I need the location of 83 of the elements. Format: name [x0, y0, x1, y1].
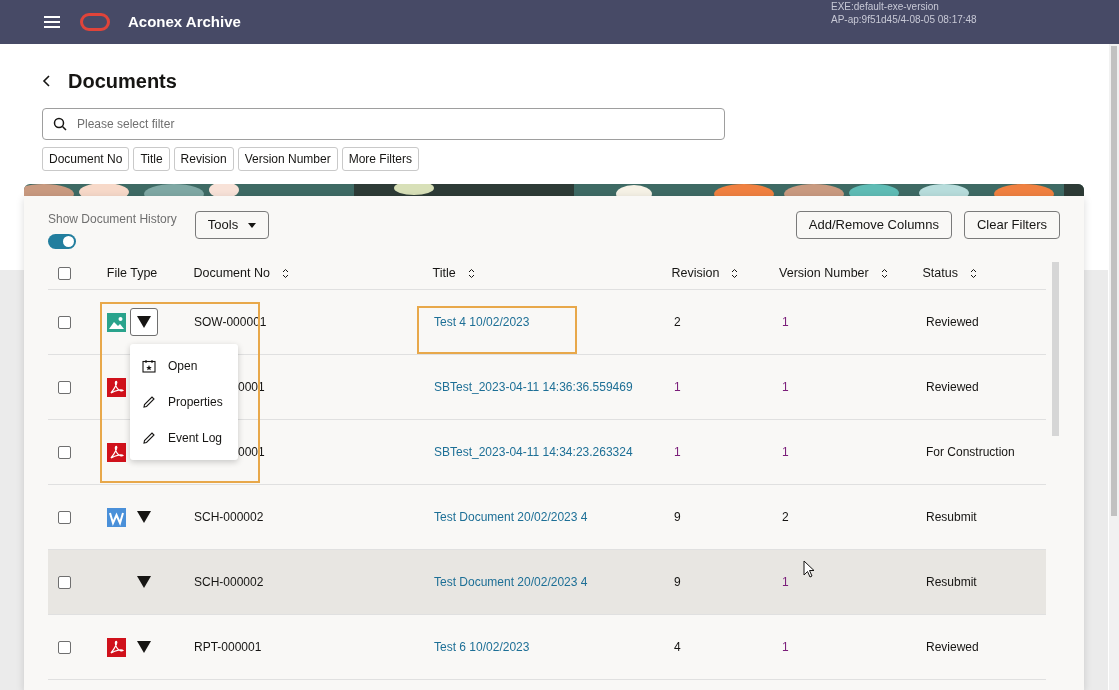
- toolbar-button[interactable]: Clear Filters: [963, 211, 1060, 239]
- table-cell: Reviewed: [926, 380, 979, 394]
- column-header[interactable]: Title: [432, 264, 456, 283]
- checkbox[interactable]: [58, 575, 71, 589]
- pencil-icon: [142, 431, 156, 445]
- table-cell: 1: [782, 640, 789, 654]
- pencil-icon: [142, 395, 156, 409]
- logo-icon: [80, 13, 110, 31]
- table-cell: SCH-000002: [194, 510, 264, 524]
- table-cell: 1: [782, 315, 789, 329]
- back-icon[interactable]: [42, 74, 52, 88]
- sort-icon[interactable]: [880, 268, 888, 279]
- checkbox[interactable]: [58, 640, 71, 654]
- checkbox[interactable]: [58, 267, 71, 280]
- sort-icon[interactable]: [969, 268, 977, 279]
- title-link[interactable]: Test 4 10/02/2023: [434, 315, 530, 329]
- table-cell: 4: [674, 640, 681, 654]
- table-cell: 1: [782, 575, 789, 589]
- filter-chip[interactable]: More Filters: [341, 147, 420, 171]
- filter-chip[interactable]: Document No: [42, 147, 130, 171]
- tools-button[interactable]: Tools: [195, 211, 269, 239]
- toggle-switch[interactable]: [48, 234, 76, 249]
- sort-icon[interactable]: [731, 268, 739, 279]
- version-text: AP-ap:9f51d45/4-08-05 08:17:48: [831, 13, 977, 26]
- caret-icon: [248, 222, 257, 228]
- menu-item[interactable]: Properties: [130, 384, 238, 420]
- cursor-icon: [803, 560, 815, 578]
- checkbox[interactable]: [58, 445, 71, 459]
- title-link[interactable]: Test 6 10/02/2023: [434, 640, 530, 654]
- image-file-icon: [107, 312, 126, 332]
- table-cell: For Construction: [926, 445, 1015, 459]
- table-cell: SCH-000002: [194, 575, 264, 589]
- table-cell: Reviewed: [926, 315, 979, 329]
- page-scrollbar[interactable]: [1109, 44, 1119, 690]
- dropdown-icon[interactable]: [137, 641, 151, 653]
- column-header[interactable]: Revision: [671, 264, 720, 283]
- table-cell: 1: [674, 380, 681, 394]
- table-cell: 9: [674, 575, 681, 589]
- table-cell: 9: [674, 510, 681, 524]
- pdf-file-icon: [107, 377, 126, 397]
- checkbox[interactable]: [58, 510, 71, 524]
- checkbox[interactable]: [58, 315, 71, 329]
- table-cell: Reviewed: [926, 640, 979, 654]
- table-cell: Resubmit: [926, 510, 977, 524]
- caret-icon: [137, 316, 151, 328]
- title-link[interactable]: SBTest_2023-04-11 14:34:23.263324: [434, 445, 633, 459]
- sort-icon[interactable]: [281, 268, 289, 279]
- title-link[interactable]: SBTest_2023-04-11 14:36:36.559469: [434, 380, 633, 394]
- pdf-file-icon: [107, 442, 126, 462]
- app-title: Aconex Archive: [128, 11, 241, 32]
- column-header[interactable]: Version Number: [779, 264, 869, 283]
- table-cell: 1: [782, 380, 789, 394]
- table-cell: 1: [674, 445, 681, 459]
- table-row[interactable]: SCH-000002 Test Document 20/02/2023 4 9 1 Resubmit: [48, 550, 1046, 615]
- table-cell: 1: [782, 445, 789, 459]
- document-file-icon: [107, 507, 126, 527]
- switch-label: Show Document History: [48, 211, 178, 228]
- filter-chip[interactable]: Revision: [173, 147, 234, 171]
- column-header[interactable]: File Type: [106, 264, 158, 283]
- table-scrollbar[interactable]: [1052, 262, 1059, 436]
- menu-item[interactable]: Event Log: [130, 420, 238, 456]
- title-link[interactable]: Test Document 20/02/2023 4: [434, 575, 588, 589]
- menu-icon[interactable]: [44, 16, 60, 28]
- column-header[interactable]: Status: [922, 264, 958, 283]
- page-title: Documents: [68, 69, 177, 94]
- toolbar-button[interactable]: Add/Remove Columns: [795, 211, 952, 239]
- table-cell: Resubmit: [926, 575, 977, 589]
- dropdown-icon[interactable]: [137, 576, 151, 588]
- version-text: EXE:default-exe-version: [831, 0, 940, 13]
- pdf-file-icon: [107, 637, 126, 657]
- row-menu-button[interactable]: [130, 308, 158, 336]
- search-icon: [53, 117, 67, 131]
- filter-chip[interactable]: Version Number: [237, 147, 338, 171]
- search-field[interactable]: Please select filter: [42, 108, 725, 140]
- title-link[interactable]: Test Document 20/02/2023 4: [434, 510, 588, 524]
- column-header[interactable]: Document No: [193, 264, 270, 283]
- dropdown-icon[interactable]: [137, 511, 151, 523]
- table-cell: 2: [674, 315, 681, 329]
- filter-chip[interactable]: Title: [133, 147, 170, 171]
- checkbox[interactable]: [58, 380, 71, 394]
- table-cell: 2: [782, 510, 789, 524]
- table-cell: RPT-000001: [194, 640, 262, 654]
- sort-icon[interactable]: [467, 268, 475, 279]
